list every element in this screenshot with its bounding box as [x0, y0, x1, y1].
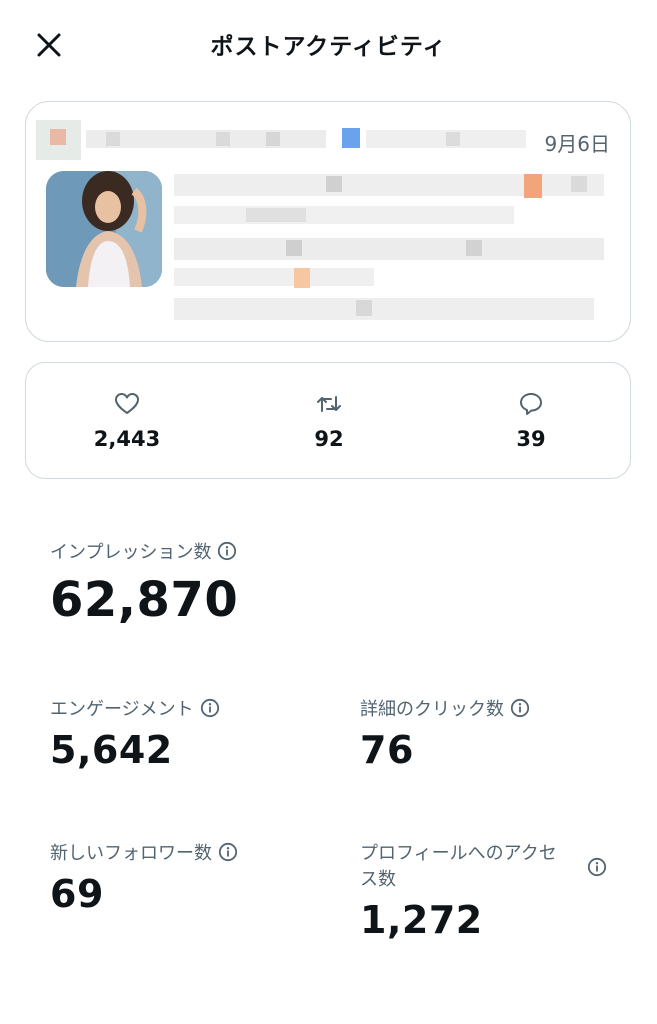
heart-icon [115, 393, 139, 414]
reposts-stat[interactable]: 92 [228, 363, 430, 480]
info-icon[interactable] [218, 842, 238, 862]
post-date: 9月6日 [534, 128, 610, 157]
detail-clicks-label: 詳細のクリック数 [360, 699, 504, 720]
profile-visits-label-line1: プロフィールへのアクセ [360, 843, 557, 864]
replies-count: 39 [516, 427, 546, 451]
engagements-label: エンゲージメント [50, 699, 194, 720]
post-preview-card[interactable]: 9月6日 [25, 101, 631, 342]
repost-icon [317, 396, 341, 412]
post-image [46, 171, 162, 287]
info-icon[interactable] [587, 857, 607, 877]
post-thumbnail [46, 171, 162, 287]
impressions-value: 62,870 [50, 572, 239, 628]
info-icon[interactable] [200, 698, 220, 718]
detail-clicks-metric: 詳細のクリック数 76 [360, 697, 530, 773]
engagements-value: 5,642 [50, 728, 173, 772]
reply-icon [520, 393, 542, 415]
profile-visits-value: 1,272 [360, 898, 483, 942]
reposts-count: 92 [314, 427, 344, 451]
info-icon[interactable] [510, 698, 530, 718]
impressions-label: インプレッション数 [50, 542, 212, 563]
header: ポストアクティビティ [0, 0, 657, 88]
engagement-stats-card: 2,443 92 39 [25, 362, 631, 479]
impressions-metric: インプレッション数 62,870 [50, 540, 238, 628]
new-followers-label: 新しいフォロワー数 [50, 843, 212, 864]
info-icon[interactable] [217, 541, 237, 561]
profile-visits-label-line2: ス数 [360, 869, 396, 890]
new-followers-value: 69 [50, 872, 104, 916]
profile-visits-metric: プロフィールへのアクセ ス数 1,272 [360, 841, 620, 943]
replies-stat[interactable]: 39 [430, 363, 632, 480]
page-title: ポストアクティビティ [210, 34, 447, 60]
new-followers-metric: 新しいフォロワー数 69 [50, 841, 238, 917]
likes-count: 2,443 [93, 427, 161, 451]
engagements-metric: エンゲージメント 5,642 [50, 697, 220, 773]
likes-stat[interactable]: 2,443 [26, 363, 228, 480]
detail-clicks-value: 76 [360, 728, 414, 772]
